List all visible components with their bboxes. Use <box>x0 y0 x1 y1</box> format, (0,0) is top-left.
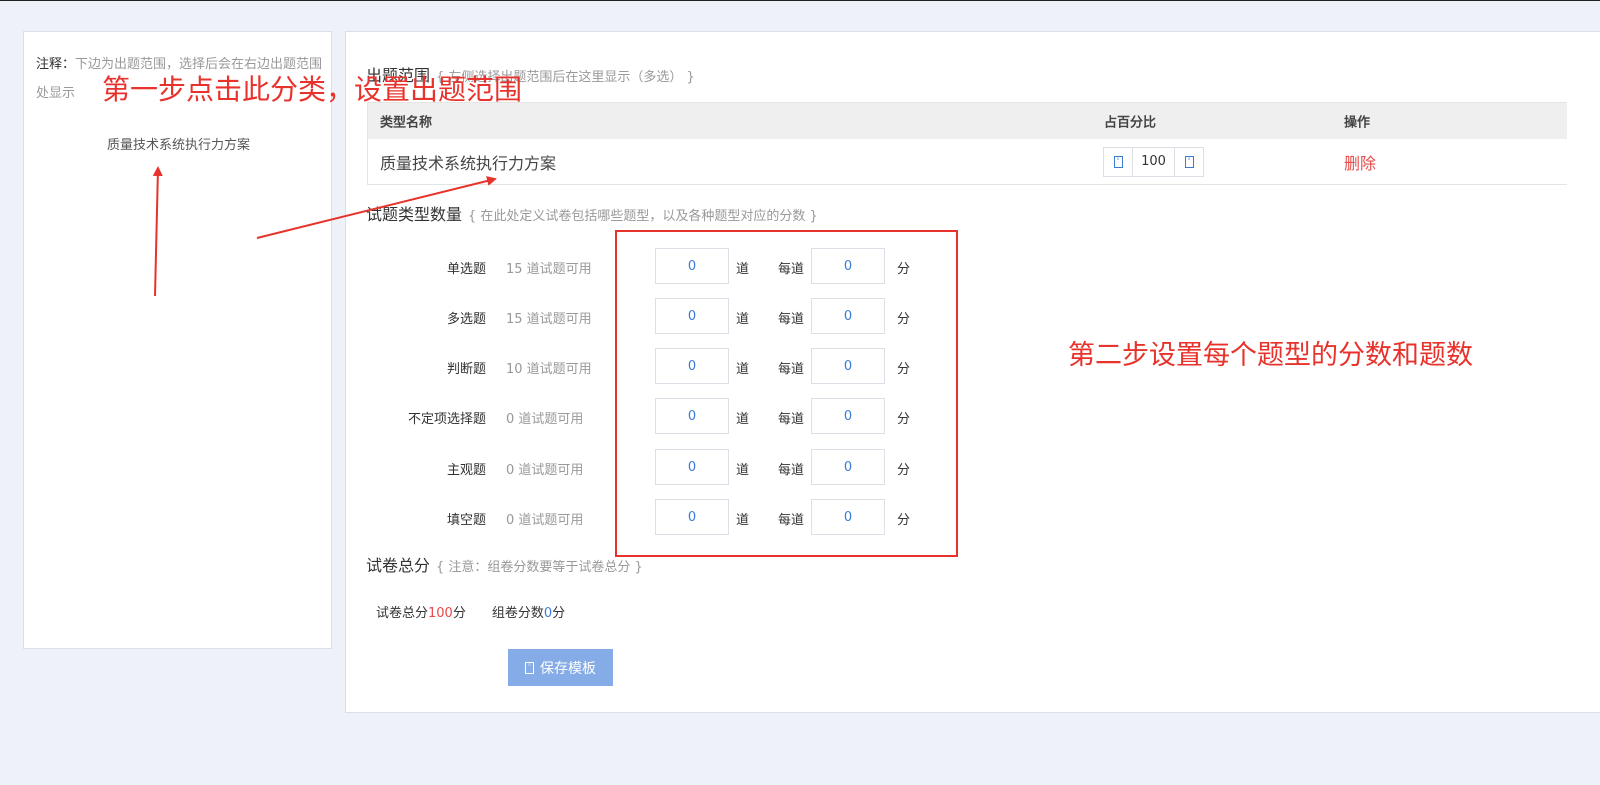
arrow-right <box>256 176 497 239</box>
annotation-arrows <box>152 166 497 297</box>
arrow-up <box>152 166 163 297</box>
